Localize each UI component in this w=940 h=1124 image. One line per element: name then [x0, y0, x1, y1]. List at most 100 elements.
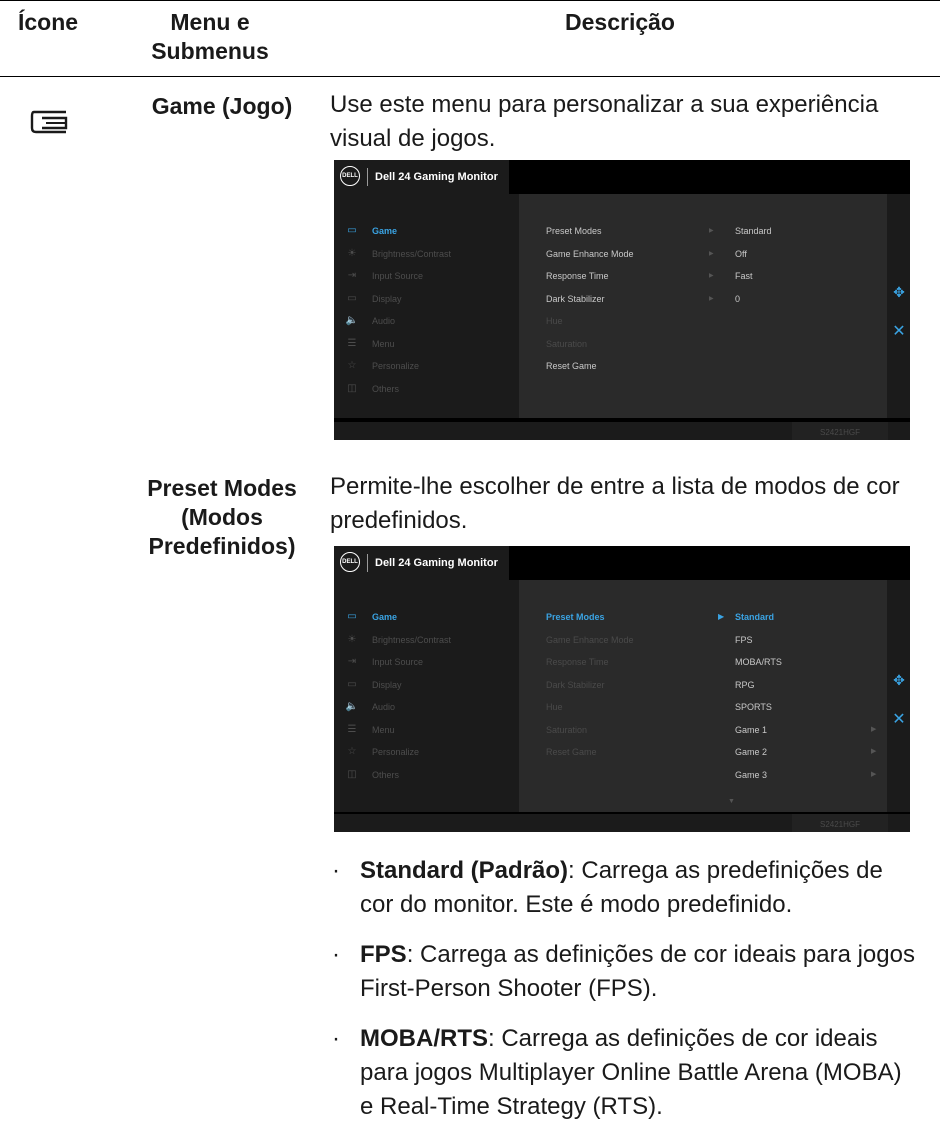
menu-icon: ☰ — [347, 337, 357, 349]
osd-nav-panel — [887, 194, 910, 418]
osd-setting-item[interactable]: Hue — [546, 310, 563, 332]
bullet-text: Standard (Padrão): Carrega as predefiniç… — [360, 854, 920, 922]
osd-setting-item[interactable]: Game Enhance Mode — [546, 629, 634, 651]
submenu-arrow-icon: ▶ — [871, 770, 877, 778]
osd-setting-item[interactable]: Dark Stabilizer — [546, 288, 605, 310]
preset-option[interactable]: MOBA/RTS — [735, 651, 782, 673]
osd-menu-label: Menu — [372, 724, 395, 735]
osd-title: Dell 24 Gaming Monitor — [375, 557, 498, 569]
osd-model-label: S2421HGF — [792, 814, 888, 832]
preset-option[interactable]: RPG — [735, 674, 755, 696]
osd-setting-item[interactable]: Response Time — [546, 265, 609, 287]
close-icon[interactable]: ✕ — [891, 712, 907, 728]
osd-menu-label: Personalize — [372, 361, 420, 371]
osd-setting-item[interactable]: Hue — [546, 696, 563, 718]
brightness-icon: ☀ — [347, 633, 357, 645]
osd-setting-value: 0 — [735, 293, 741, 304]
osd-screenshot-game: DELL Dell 24 Gaming Monitor S2421HGF ▭ Ga… — [334, 160, 910, 440]
game-description: Use este menu para personalizar a sua ex… — [330, 91, 879, 152]
osd-menu-label: Display — [372, 293, 402, 304]
submenu-arrow-icon: ▶ — [871, 725, 877, 733]
bullet-dot-icon: · — [332, 1025, 340, 1052]
osd-value-arrow-icon: ▶ — [709, 273, 714, 279]
osd-setting-item[interactable]: Game Enhance Mode — [546, 243, 634, 265]
preset-option[interactable]: Game 2 — [735, 741, 767, 763]
osd-setting-item[interactable]: Reset Game — [546, 741, 597, 763]
star-icon: ☆ — [347, 360, 357, 371]
osd-setting-value: Standard — [735, 226, 772, 236]
scroll-down-icon[interactable]: ▼ — [728, 798, 735, 805]
osd-menu-label: Audio — [372, 702, 396, 712]
preset-option[interactable]: FPS — [735, 629, 753, 651]
osd-nav-panel — [887, 580, 910, 812]
osd-setting-item[interactable]: Dark Stabilizer — [546, 674, 605, 696]
osd-menu-label: Menu — [372, 338, 395, 349]
menu-icon: ☰ — [347, 723, 357, 735]
osd-setting-item[interactable]: Saturation — [546, 719, 587, 741]
bullet-dot-icon: · — [332, 857, 340, 884]
osd-value-arrow-icon: ▶ — [709, 295, 714, 302]
preset-option[interactable]: Standard — [735, 606, 774, 628]
preset-option[interactable]: Game 3 — [735, 764, 767, 786]
close-icon[interactable]: ✕ — [891, 324, 907, 340]
preset-description: Permite-lhe escolher de entre a lista de… — [330, 473, 900, 534]
header-icon-col: Ícone — [18, 9, 79, 35]
header-bottom-rule — [0, 76, 940, 77]
osd-menu-label: Game — [372, 612, 398, 622]
bullet-body: : Carrega as definições de cor ideais pa… — [360, 941, 915, 1002]
game-controller-icon — [30, 108, 70, 136]
osd-screenshot-preset: DELL Dell 24 Gaming Monitor S2421HGF ▭ Ga… — [334, 546, 910, 832]
osd-setting-item[interactable]: Saturation — [546, 333, 587, 355]
header-menu-col: Menu e Submenus — [151, 9, 269, 64]
input-source-icon: ⇥ — [347, 270, 357, 281]
submenu-preset-modes: Preset Modes (Modos Predefinidos) — [147, 475, 297, 559]
osd-menu-label: Others — [372, 383, 400, 394]
osd-setting-item[interactable]: Response Time — [546, 651, 609, 673]
submenu-game: Game (Jogo) — [151, 93, 293, 119]
osd-value-arrow-icon: ▶ — [709, 250, 714, 257]
audio-icon: 🔈 — [345, 315, 359, 326]
input-source-icon: ⇥ — [347, 656, 357, 667]
osd-menu-label: Brightness/Contrast — [372, 634, 452, 645]
preset-option[interactable]: SPORTS — [735, 696, 772, 718]
osd-setting-value: Fast — [735, 271, 753, 281]
dell-logo-icon: DELL — [340, 552, 360, 572]
others-icon: ◫ — [347, 382, 357, 394]
bullet-term: Standard (Padrão) — [360, 857, 569, 884]
bullet-text: FPS: Carrega as definições de cor ideais… — [360, 938, 920, 1006]
bullet-dot-icon: · — [332, 941, 340, 968]
move-icon[interactable]: ✥ — [891, 672, 907, 688]
game-icon: ▭ — [347, 225, 357, 236]
osd-value-arrow-icon: ▶ — [709, 228, 714, 234]
preset-option[interactable]: Game 1 — [735, 719, 767, 741]
osd-menu-label: Input Source — [372, 271, 424, 281]
header-top-rule — [0, 0, 940, 1]
dell-logo-icon: DELL — [340, 166, 360, 186]
osd-main-menu — [334, 194, 519, 418]
submenu-arrow-icon: ▶ — [871, 748, 877, 755]
others-icon: ◫ — [347, 768, 357, 780]
osd-menu-label: Brightness/Contrast — [372, 248, 452, 259]
move-icon[interactable]: ✥ — [891, 284, 907, 300]
osd-title: Dell 24 Gaming Monitor — [375, 171, 498, 183]
osd-menu-label: Personalize — [372, 747, 420, 757]
osd-setting-item[interactable]: Preset Modes — [546, 606, 605, 628]
osd-menu-label: Others — [372, 769, 400, 780]
brightness-icon: ☀ — [347, 247, 357, 259]
osd-setting-value: Off — [735, 248, 747, 259]
bullet-term: MOBA/RTS — [360, 1025, 488, 1052]
osd-setting-item[interactable]: Preset Modes — [546, 220, 602, 242]
star-icon: ☆ — [347, 746, 357, 757]
bullet-text: MOBA/RTS: Carrega as definições de cor i… — [360, 1022, 920, 1124]
selected-arrow-icon: ▶ — [718, 612, 725, 621]
osd-menu-label: Game — [372, 226, 398, 236]
osd-menu-label: Display — [372, 679, 402, 690]
header-desc-col: Descrição — [565, 9, 675, 35]
osd-main-menu — [334, 580, 519, 812]
osd-menu-label: Audio — [372, 316, 396, 326]
osd-menu-label: Input Source — [372, 657, 424, 667]
osd-setting-item[interactable]: Reset Game — [546, 355, 597, 377]
display-icon: ▭ — [347, 292, 357, 304]
display-icon: ▭ — [347, 678, 357, 690]
bullet-term: FPS — [360, 941, 407, 968]
